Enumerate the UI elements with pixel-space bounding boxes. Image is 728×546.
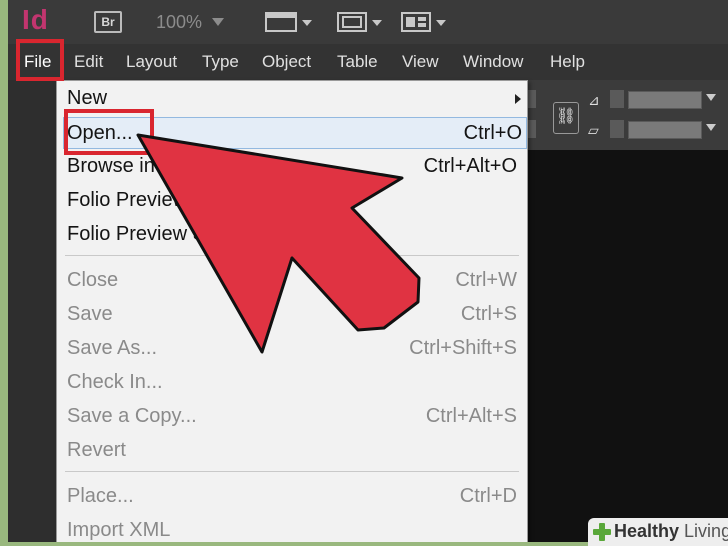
screenshot-stage: Id Br 100% File Edit Layout Type Object … [0, 0, 728, 546]
watermark-text: Healthy Living [614, 521, 728, 542]
cross-logo-icon [593, 523, 611, 541]
watermark-badge: Healthy Living [588, 518, 728, 546]
watermark-brand: Healthy [614, 521, 680, 541]
watermark-suffix: Living [684, 521, 728, 541]
pointer-arrow-icon [136, 133, 421, 354]
